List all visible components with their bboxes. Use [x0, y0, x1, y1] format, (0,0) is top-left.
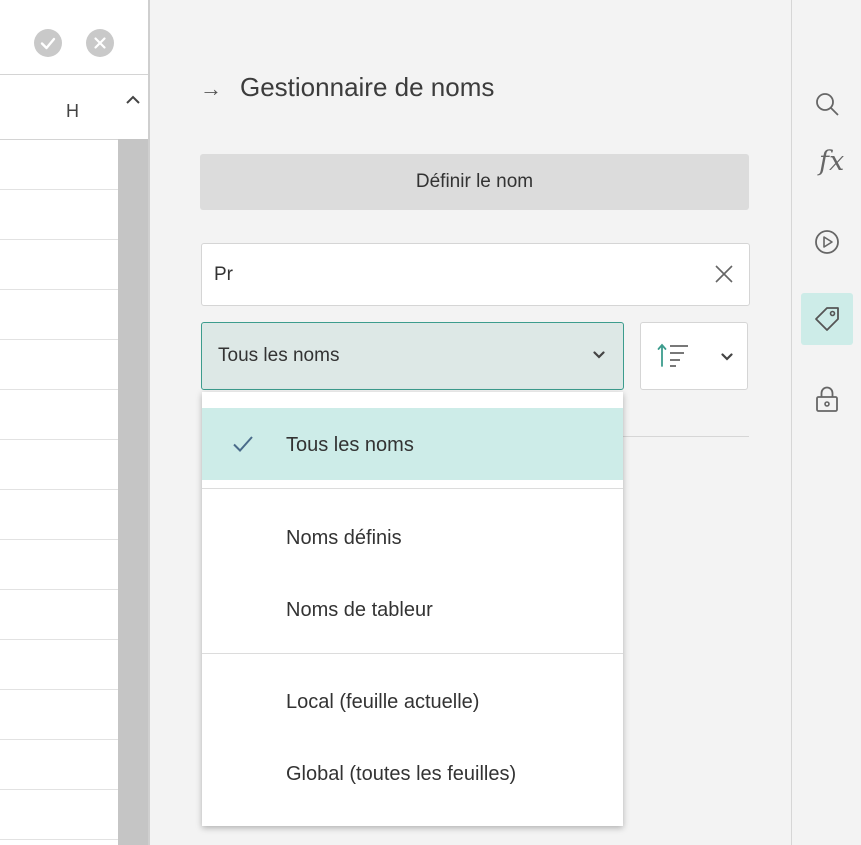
- fx-icon[interactable]: fx: [801, 138, 853, 190]
- grid-row[interactable]: [0, 340, 118, 390]
- grid-row[interactable]: [0, 590, 118, 640]
- grid-row[interactable]: [0, 740, 118, 790]
- check-circle-icon[interactable]: [34, 29, 62, 57]
- panel-title: → Gestionnaire de noms: [200, 72, 494, 103]
- spreadsheet-area: H: [0, 0, 150, 845]
- menu-item-all-names[interactable]: Tous les noms: [202, 408, 623, 480]
- tag-icon[interactable]: [801, 293, 853, 345]
- chevron-down-icon: [721, 353, 733, 361]
- grid-row[interactable]: [0, 490, 118, 540]
- search-input[interactable]: Pr: [201, 243, 750, 306]
- panel-title-text: Gestionnaire de noms: [240, 72, 495, 102]
- vertical-scrollbar[interactable]: [118, 75, 148, 845]
- filter-selected-value: Tous les noms: [218, 345, 340, 366]
- name-manager-panel: → Gestionnaire de noms Définir le nom Pr …: [150, 0, 791, 845]
- play-icon[interactable]: [801, 216, 853, 268]
- menu-separator: [202, 488, 623, 489]
- menu-item-defined-names[interactable]: Noms définis: [202, 506, 623, 570]
- grid-row[interactable]: [0, 540, 118, 590]
- menu-item-label: Noms définis: [286, 527, 402, 549]
- menu-item-label: Noms de tableur: [286, 599, 433, 621]
- menu-item-label: Local (feuille actuelle): [286, 691, 480, 713]
- fx-icon-label: fx: [819, 146, 845, 177]
- menu-item-table-names[interactable]: Noms de tableur: [202, 578, 623, 642]
- grid-row[interactable]: [0, 240, 118, 290]
- column-header-h[interactable]: H: [0, 75, 118, 140]
- grid-row[interactable]: [0, 390, 118, 440]
- cell-grid[interactable]: [0, 140, 118, 845]
- close-icon[interactable]: [713, 263, 735, 285]
- grid-row[interactable]: [0, 640, 118, 690]
- grid-row[interactable]: [0, 290, 118, 340]
- grid-row[interactable]: [0, 190, 118, 240]
- menu-separator: [202, 653, 623, 654]
- sort-ascending-icon: [657, 343, 688, 367]
- lock-icon[interactable]: [801, 372, 853, 424]
- checkmark-icon: [233, 436, 253, 452]
- grid-row[interactable]: [0, 690, 118, 740]
- name-filter-select[interactable]: Tous les noms: [201, 322, 624, 390]
- scroll-up-button[interactable]: [118, 75, 148, 139]
- menu-item-local[interactable]: Local (feuille actuelle): [202, 670, 623, 734]
- menu-item-label: Tous les noms: [286, 434, 414, 456]
- arrow-right-icon[interactable]: →: [200, 76, 222, 102]
- grid-row[interactable]: [0, 790, 118, 840]
- grid-row[interactable]: [0, 140, 118, 190]
- search-input-value: Pr: [214, 264, 233, 285]
- menu-item-global[interactable]: Global (toutes les feuilles): [202, 742, 623, 806]
- chevron-down-icon: [593, 351, 605, 359]
- search-icon[interactable]: [801, 78, 853, 130]
- column-header-label: H: [66, 101, 79, 121]
- x-circle-icon[interactable]: [86, 29, 114, 57]
- menu-item-label: Global (toutes les feuilles): [286, 763, 517, 785]
- define-name-button[interactable]: Définir le nom: [200, 154, 749, 210]
- list-divider: [622, 436, 749, 437]
- caret-up-icon: [126, 95, 140, 104]
- grid-row[interactable]: [0, 440, 118, 490]
- formula-toolbar: [0, 0, 149, 75]
- right-sidebar: fx: [791, 0, 861, 845]
- sort-button[interactable]: [640, 322, 748, 390]
- filter-dropdown-menu: Tous les noms Noms définis Noms de table…: [202, 392, 623, 826]
